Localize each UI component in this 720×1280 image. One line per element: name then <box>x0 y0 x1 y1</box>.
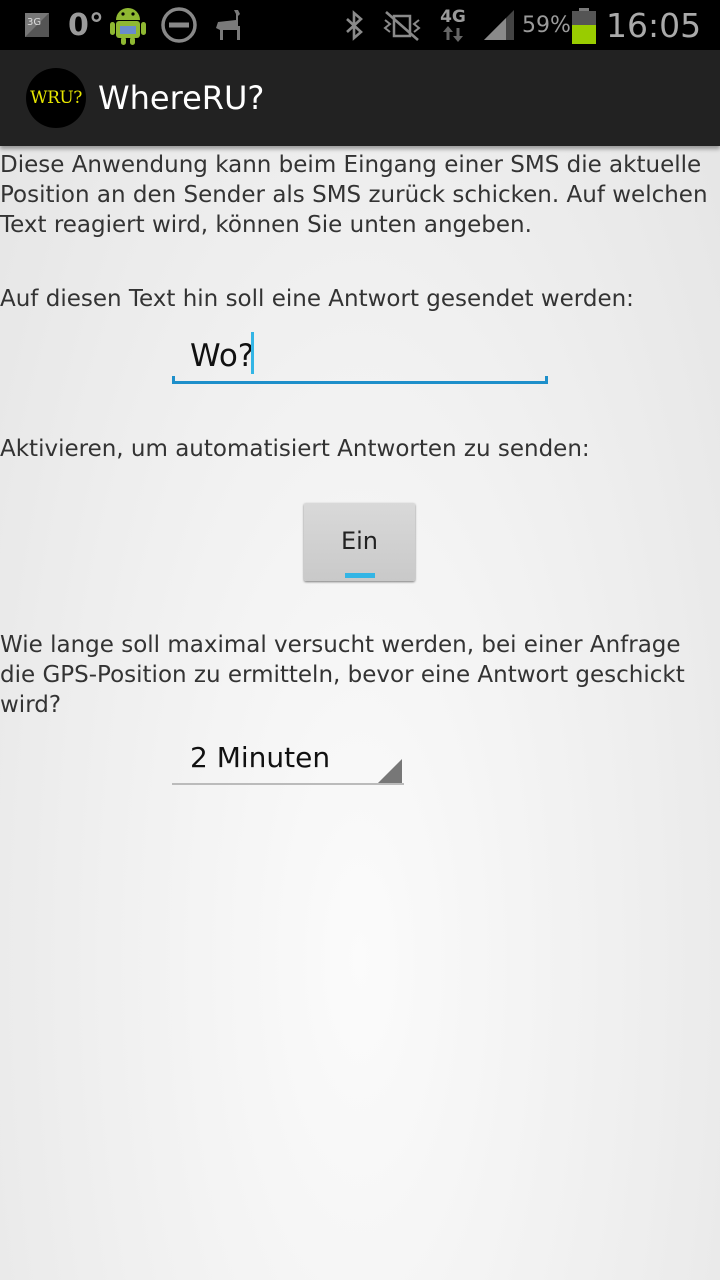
app-title: WhereRU? <box>98 79 265 117</box>
input-underline <box>172 381 548 384</box>
timeout-label: Wie lange soll maximal versucht werden, … <box>0 632 685 718</box>
description-text: Diese Anwendung kann beim Eingang einer … <box>0 152 708 238</box>
trigger-text-value[interactable]: Wo? <box>190 336 254 376</box>
activate-label: Aktivieren, um automatisiert Antworten z… <box>0 436 590 462</box>
input-underline-left <box>172 376 175 384</box>
do-not-disturb-icon <box>160 6 198 44</box>
android-icon <box>108 4 148 46</box>
toggle-label: Ein <box>340 527 379 555</box>
clock: 16:05 <box>606 5 702 45</box>
bluetooth-icon <box>342 10 368 42</box>
text-cursor <box>251 332 254 374</box>
app-logo[interactable]: WRU? <box>26 68 86 128</box>
battery-fill <box>572 25 596 44</box>
temperature-text: 0° <box>68 7 104 43</box>
svg-text:3G: 3G <box>27 17 41 28</box>
toggle-on-indicator <box>345 573 375 578</box>
battery-percent: 59% <box>522 12 571 38</box>
spinner-dropdown-icon <box>378 759 402 783</box>
vibrate-mute-icon <box>382 10 422 42</box>
battery-icon <box>572 8 596 44</box>
data-arrows-icon <box>443 26 463 42</box>
spinner-underline <box>172 783 404 785</box>
timeout-spinner[interactable]: 2 Minuten <box>172 735 404 785</box>
llama-icon <box>208 6 248 44</box>
action-bar: WRU? WhereRU? <box>0 50 720 146</box>
status-bar: 3G 0° 4G 59% 16:05 <box>0 0 720 50</box>
auto-reply-toggle-button[interactable]: Ein <box>304 503 415 581</box>
3g-icon: 3G <box>24 12 50 38</box>
network-type-label: 4G <box>440 7 466 27</box>
trigger-label: Auf diesen Text hin soll eine Antwort ge… <box>0 286 634 312</box>
trigger-text-input[interactable]: Wo? <box>172 330 548 384</box>
timeout-spinner-value: 2 Minuten <box>190 741 331 774</box>
network-type-text: 4G <box>438 4 468 46</box>
input-underline-right <box>545 376 548 384</box>
signal-icon <box>482 8 516 42</box>
app-logo-text: WRU? <box>30 88 82 108</box>
